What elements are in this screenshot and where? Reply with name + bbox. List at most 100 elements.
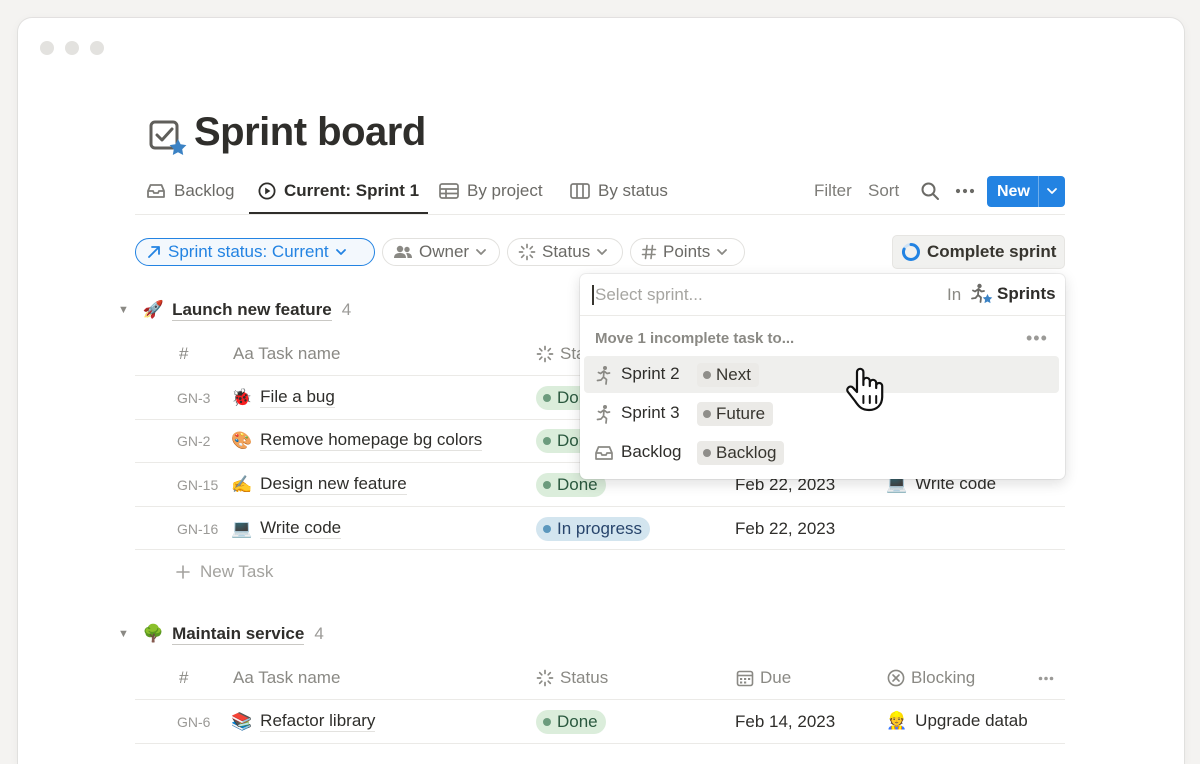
blocking-task[interactable]: Upgrade datab (915, 711, 1027, 731)
sprint-tag: Backlog (697, 441, 785, 465)
select-sprint-popover: Select sprint... In Sprints Move 1 incom… (580, 274, 1065, 479)
new-button-separator (1038, 176, 1039, 207)
chevron-down-icon[interactable] (1043, 182, 1061, 200)
due-date[interactable]: Feb 14, 2023 (735, 712, 835, 732)
group-title[interactable]: Maintain service (172, 624, 305, 645)
row-divider (135, 549, 1065, 550)
status-pill-in-progress[interactable]: In progress (536, 517, 651, 541)
group-emoji: 🚀 (142, 300, 165, 319)
chevron-down-icon (717, 249, 728, 255)
due-date[interactable]: Feb 22, 2023 (735, 519, 835, 539)
sprint-option-label: Sprint 2 (621, 364, 680, 383)
tag-dot (703, 449, 711, 457)
points-filter[interactable]: Points (630, 238, 745, 266)
move-tasks-heading: Move 1 incomplete task to... (595, 330, 795, 347)
column-header-due-label: Due (760, 668, 792, 687)
task-name[interactable]: Write code (260, 518, 342, 539)
app-window: Sprint board Backlog Current: Sprint 1 B… (18, 18, 1184, 764)
column-header-status-label: Status (560, 668, 609, 687)
status-dot (543, 525, 551, 533)
tabs-divider (135, 214, 1065, 215)
tab-backlog[interactable]: Backlog (146, 178, 234, 204)
group-header-maintain-service[interactable]: ▼ 🌳 Maintain service 4 (118, 622, 324, 646)
board-icon (570, 183, 590, 199)
window-close-dot[interactable] (40, 41, 54, 55)
window-minimize-dot[interactable] (65, 41, 79, 55)
sprint-option-sprint-3[interactable]: Sprint 3 Future (584, 395, 1059, 432)
task-name[interactable]: File a bug (260, 387, 335, 408)
sprint-option-sprint-2[interactable]: Sprint 2 Next (584, 356, 1059, 393)
status-dot (543, 481, 551, 489)
hand-pointer-cursor-icon (846, 367, 884, 412)
hash-icon (641, 244, 657, 260)
task-id: GN-3 (177, 390, 211, 406)
loading-spinner-icon (536, 669, 554, 687)
group-emoji: 🌳 (142, 624, 165, 643)
status-dot (543, 437, 551, 445)
collapse-caret-icon[interactable]: ▼ (118, 628, 129, 640)
sprint-search-input[interactable]: Select sprint... In Sprints (580, 274, 1065, 316)
table-icon (439, 183, 459, 199)
sprint-option-backlog[interactable]: Backlog Backlog (584, 434, 1059, 471)
new-task-button[interactable]: New Task (176, 562, 273, 582)
tab-by-status[interactable]: By status (570, 178, 668, 204)
group-header-launch-new-feature[interactable]: ▼ 🚀 Launch new feature 4 (118, 298, 351, 322)
new-button[interactable]: New (987, 176, 1065, 207)
column-header-due[interactable]: Due (736, 668, 791, 688)
tab-current-sprint[interactable]: Current: Sprint 1 (258, 178, 419, 204)
status-pill-done[interactable]: Done (536, 710, 606, 734)
filter-button[interactable]: Filter (814, 181, 852, 201)
window-maximize-dot[interactable] (90, 41, 104, 55)
column-header-id[interactable]: # (179, 344, 188, 364)
sprint-tag-label: Backlog (716, 443, 777, 462)
chevron-down-icon (597, 249, 608, 255)
task-emoji: 🎨 (231, 430, 253, 450)
task-emoji: 📚 (231, 711, 253, 731)
new-button-label: New (997, 183, 1030, 200)
owner-filter[interactable]: Owner (382, 238, 500, 266)
status-dot (543, 718, 551, 726)
task-name-cell[interactable]: 🐞 File a bug (231, 387, 335, 408)
search-icon[interactable] (920, 181, 940, 201)
chevron-down-icon (335, 249, 346, 255)
group-title[interactable]: Launch new feature (172, 300, 332, 321)
tab-by-status-label: By status (598, 181, 668, 200)
tab-by-project[interactable]: By project (439, 178, 543, 204)
task-name-cell[interactable]: 📚 Refactor library (231, 711, 376, 732)
sprint-option-label: Backlog (621, 442, 682, 461)
complete-sprint-button[interactable]: Complete sprint (892, 235, 1065, 269)
more-options-icon[interactable]: ••• (1026, 328, 1048, 349)
sprint-search-placeholder: Select sprint... (595, 285, 703, 304)
more-options-icon[interactable] (1038, 676, 1054, 681)
more-options-icon[interactable] (955, 188, 975, 194)
calendar-icon (736, 670, 754, 687)
page-title: Sprint board (194, 110, 426, 154)
column-header-task-name[interactable]: Aa Task name (233, 668, 340, 688)
task-name[interactable]: Refactor library (260, 711, 376, 732)
task-id: GN-6 (177, 714, 211, 730)
task-name-cell[interactable]: 💻 Write code (231, 518, 342, 539)
in-label: In (947, 285, 962, 304)
checkbox-star-icon[interactable] (148, 118, 188, 158)
sprint-status-filter[interactable]: Sprint status: Current (135, 238, 375, 266)
sprint-status-filter-label: Sprint status: Current (168, 242, 329, 261)
task-name[interactable]: Remove homepage bg colors (260, 430, 483, 451)
sort-button[interactable]: Sort (868, 181, 899, 201)
sprint-tag-label: Future (716, 404, 766, 423)
blocking-cell[interactable]: 👷 Upgrade datab (886, 711, 1028, 731)
status-filter[interactable]: Status (507, 238, 623, 266)
database-selector[interactable]: Sprints (969, 283, 1056, 305)
task-name-cell[interactable]: 🎨 Remove homepage bg colors (231, 430, 483, 451)
task-name-cell[interactable]: ✍️ Design new feature (231, 474, 407, 495)
task-name[interactable]: Design new feature (260, 474, 407, 495)
column-header-id[interactable]: # (179, 668, 188, 688)
column-header-task-name[interactable]: Aa Task name (233, 344, 340, 364)
sprint-option-label: Sprint 3 (621, 403, 680, 422)
tag-dot (703, 410, 711, 418)
column-header-status[interactable]: Status (536, 668, 608, 688)
sprint-tag: Next (697, 363, 759, 387)
collapse-caret-icon[interactable]: ▼ (118, 304, 129, 316)
play-circle-icon (258, 182, 276, 200)
row-divider (135, 743, 1065, 744)
column-header-blocking[interactable]: Blocking (887, 668, 975, 688)
